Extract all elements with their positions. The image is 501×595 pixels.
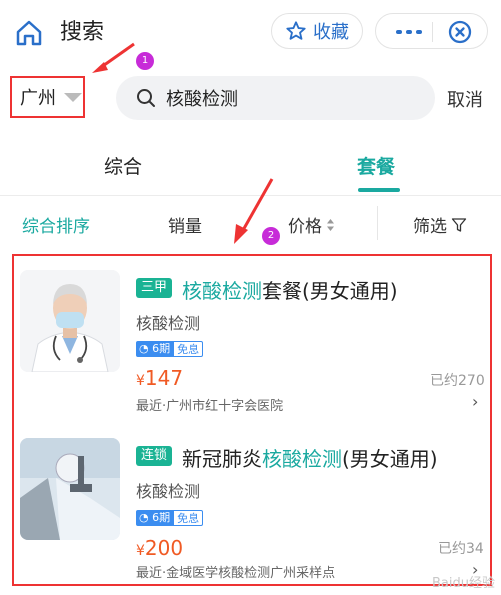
more-icon[interactable]: [396, 30, 426, 34]
search-input[interactable]: 核酸检测: [116, 76, 435, 120]
installment-badge: ◔ 6期 免息: [136, 341, 204, 357]
close-miniapp-icon[interactable]: [448, 20, 472, 44]
annotation-arrow-1: [92, 42, 135, 73]
interest-free-label: 免息: [173, 510, 204, 526]
tag-badge: 连锁: [136, 446, 173, 466]
result-title: 核酸检测套餐(男女通用): [182, 275, 398, 304]
result-subtitle: 核酸检测: [136, 482, 201, 501]
city-selector[interactable]: 广州: [10, 76, 85, 118]
title-prefix: 新冠肺炎: [182, 447, 262, 471]
star-icon: [286, 21, 306, 40]
filter-button[interactable]: 筛选: [413, 212, 467, 237]
miniapp-capsule: [375, 13, 488, 49]
capsule-divider: [432, 22, 433, 42]
home-icon[interactable]: [14, 18, 44, 48]
hospital-name: 最近·广州市红十字会医院: [136, 399, 284, 414]
annotation-marker-1: 1: [136, 52, 154, 70]
title-rest: (男女通用): [342, 447, 438, 471]
installment-badge: ◔ 6期 免息: [136, 510, 204, 526]
favorite-label: 收藏: [313, 22, 349, 43]
installment-label: ◔ 6期: [136, 341, 174, 357]
favorite-button[interactable]: 收藏: [271, 13, 363, 49]
search-icon: [137, 89, 155, 107]
sold-count: 已约270: [430, 373, 485, 389]
tab-packages[interactable]: 套餐: [357, 152, 395, 179]
sort-price[interactable]: 价格: [288, 212, 335, 237]
tag-badge: 三甲: [136, 278, 173, 298]
interest-free-label: 免息: [173, 341, 204, 357]
active-tab-indicator: [358, 188, 400, 192]
lab-image: [20, 438, 120, 540]
title-highlight: 核酸检测: [182, 279, 262, 303]
result-price: ¥200: [136, 536, 184, 560]
title-highlight: 核酸检测: [262, 447, 342, 471]
city-label: 广州: [20, 88, 56, 109]
sort-arrows-icon: [327, 218, 334, 231]
doctor-image: [20, 270, 120, 372]
result-price: ¥147: [136, 366, 184, 390]
sort-sales[interactable]: 销量: [168, 212, 202, 237]
filter-icon: [451, 217, 467, 232]
cancel-button[interactable]: 取消: [447, 86, 483, 112]
sort-divider: [377, 206, 378, 240]
filter-label: 筛选: [413, 217, 447, 237]
result-subtitle: 核酸检测: [136, 314, 201, 333]
installment-label: ◔ 6期: [136, 510, 174, 526]
watermark: Baidu经验: [432, 576, 495, 591]
sold-count: 已约34: [438, 541, 484, 557]
dropdown-triangle-icon: [64, 92, 82, 102]
title-rest: 套餐(男女通用): [262, 279, 398, 303]
result-title: 新冠肺炎核酸检测(男女通用): [182, 443, 438, 472]
search-query: 核酸检测: [166, 89, 238, 110]
hospital-name: 最近·金域医学核酸检测广州采样点: [136, 566, 336, 581]
sort-comprehensive[interactable]: 综合排序: [22, 212, 90, 237]
chevron-right-icon[interactable]: ›: [472, 392, 478, 411]
annotation-marker-2: 2: [262, 227, 280, 245]
tab-comprehensive[interactable]: 综合: [104, 152, 142, 179]
sort-price-label: 价格: [288, 217, 322, 237]
